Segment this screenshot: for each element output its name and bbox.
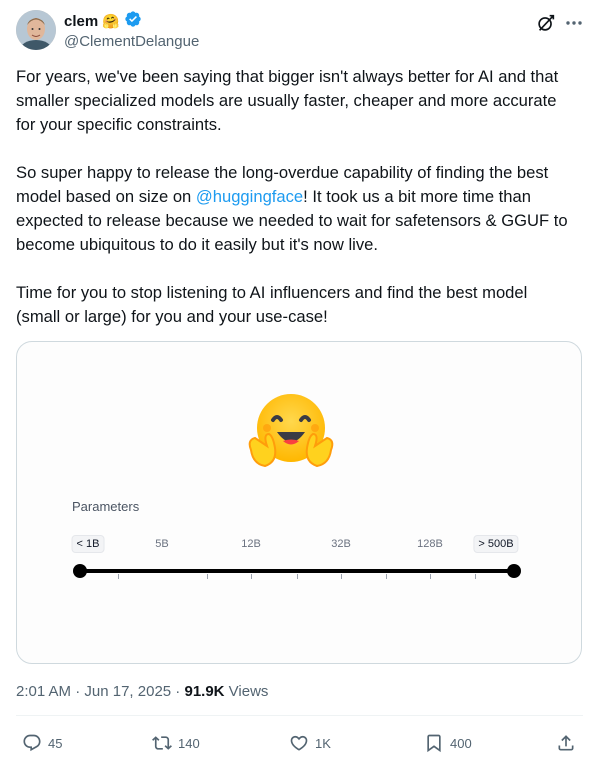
divider	[16, 715, 583, 716]
grok-icon[interactable]	[535, 12, 557, 34]
tick-label: 5B	[155, 538, 169, 550]
reply-button[interactable]: 45	[22, 733, 62, 753]
tweet-paragraph: For years, we've been saying that bigger…	[16, 67, 559, 134]
views-count: 91.9K	[184, 683, 225, 700]
repost-count: 140	[178, 735, 200, 751]
tick-label: 128B	[417, 538, 443, 550]
verified-badge-icon[interactable]	[124, 10, 142, 33]
repost-button[interactable]: 140	[152, 733, 200, 753]
share-icon	[556, 733, 576, 753]
tweet-paragraph: So super happy to release the long-overd…	[16, 163, 568, 254]
tick-label: 32B	[331, 538, 351, 550]
more-icon[interactable]	[564, 12, 584, 34]
bookmark-icon	[424, 733, 444, 753]
tweet: clem 🤗 @ClementDelangue For years, we've…	[0, 0, 599, 768]
tick-label: 12B	[241, 538, 261, 550]
hugging-face-logo-icon	[245, 390, 337, 476]
track-mark	[430, 574, 431, 579]
tweet-text: For years, we've been saying that bigger…	[16, 65, 576, 329]
reply-count: 45	[48, 735, 63, 751]
track-mark	[475, 574, 476, 579]
parameters-title: Parameters	[72, 499, 140, 514]
author-name-row[interactable]: clem 🤗	[64, 10, 142, 33]
track-mark	[251, 574, 252, 579]
author-display-name[interactable]: clem	[64, 13, 98, 30]
author-emoji: 🤗	[102, 12, 120, 29]
views-label: Views	[224, 683, 269, 700]
like-icon	[289, 733, 309, 753]
track-mark	[341, 574, 342, 579]
tick-label-max: > 500B	[473, 535, 519, 553]
slider-track	[79, 569, 513, 573]
tweet-date[interactable]: Jun 17, 2025	[84, 683, 171, 700]
track-mark	[297, 574, 298, 579]
like-button[interactable]: 1K	[289, 733, 331, 753]
mention-link[interactable]: @huggingface	[196, 187, 303, 206]
share-button[interactable]	[556, 733, 576, 753]
repost-icon	[152, 733, 172, 753]
tweet-meta: 2:01 AM · Jun 17, 2025 · 91.9K Views	[16, 683, 269, 700]
author-handle[interactable]: @ClementDelangue	[64, 33, 199, 50]
bookmark-button[interactable]: 400	[424, 733, 472, 753]
slider-knob-max	[507, 564, 521, 578]
like-count: 1K	[315, 735, 331, 751]
avatar[interactable]	[16, 10, 56, 50]
media-image[interactable]: Parameters < 1B 5B 12B 32B 128B > 500B	[16, 341, 582, 664]
reply-icon	[22, 733, 42, 753]
slider-knob-min	[73, 564, 87, 578]
tweet-time[interactable]: 2:01 AM	[16, 683, 71, 700]
track-mark	[207, 574, 208, 579]
tick-label-min: < 1B	[71, 535, 105, 553]
tweet-paragraph: Time for you to stop listening to AI inf…	[16, 283, 528, 326]
track-mark	[118, 574, 119, 579]
track-mark	[386, 574, 387, 579]
bookmark-count: 400	[450, 735, 472, 751]
